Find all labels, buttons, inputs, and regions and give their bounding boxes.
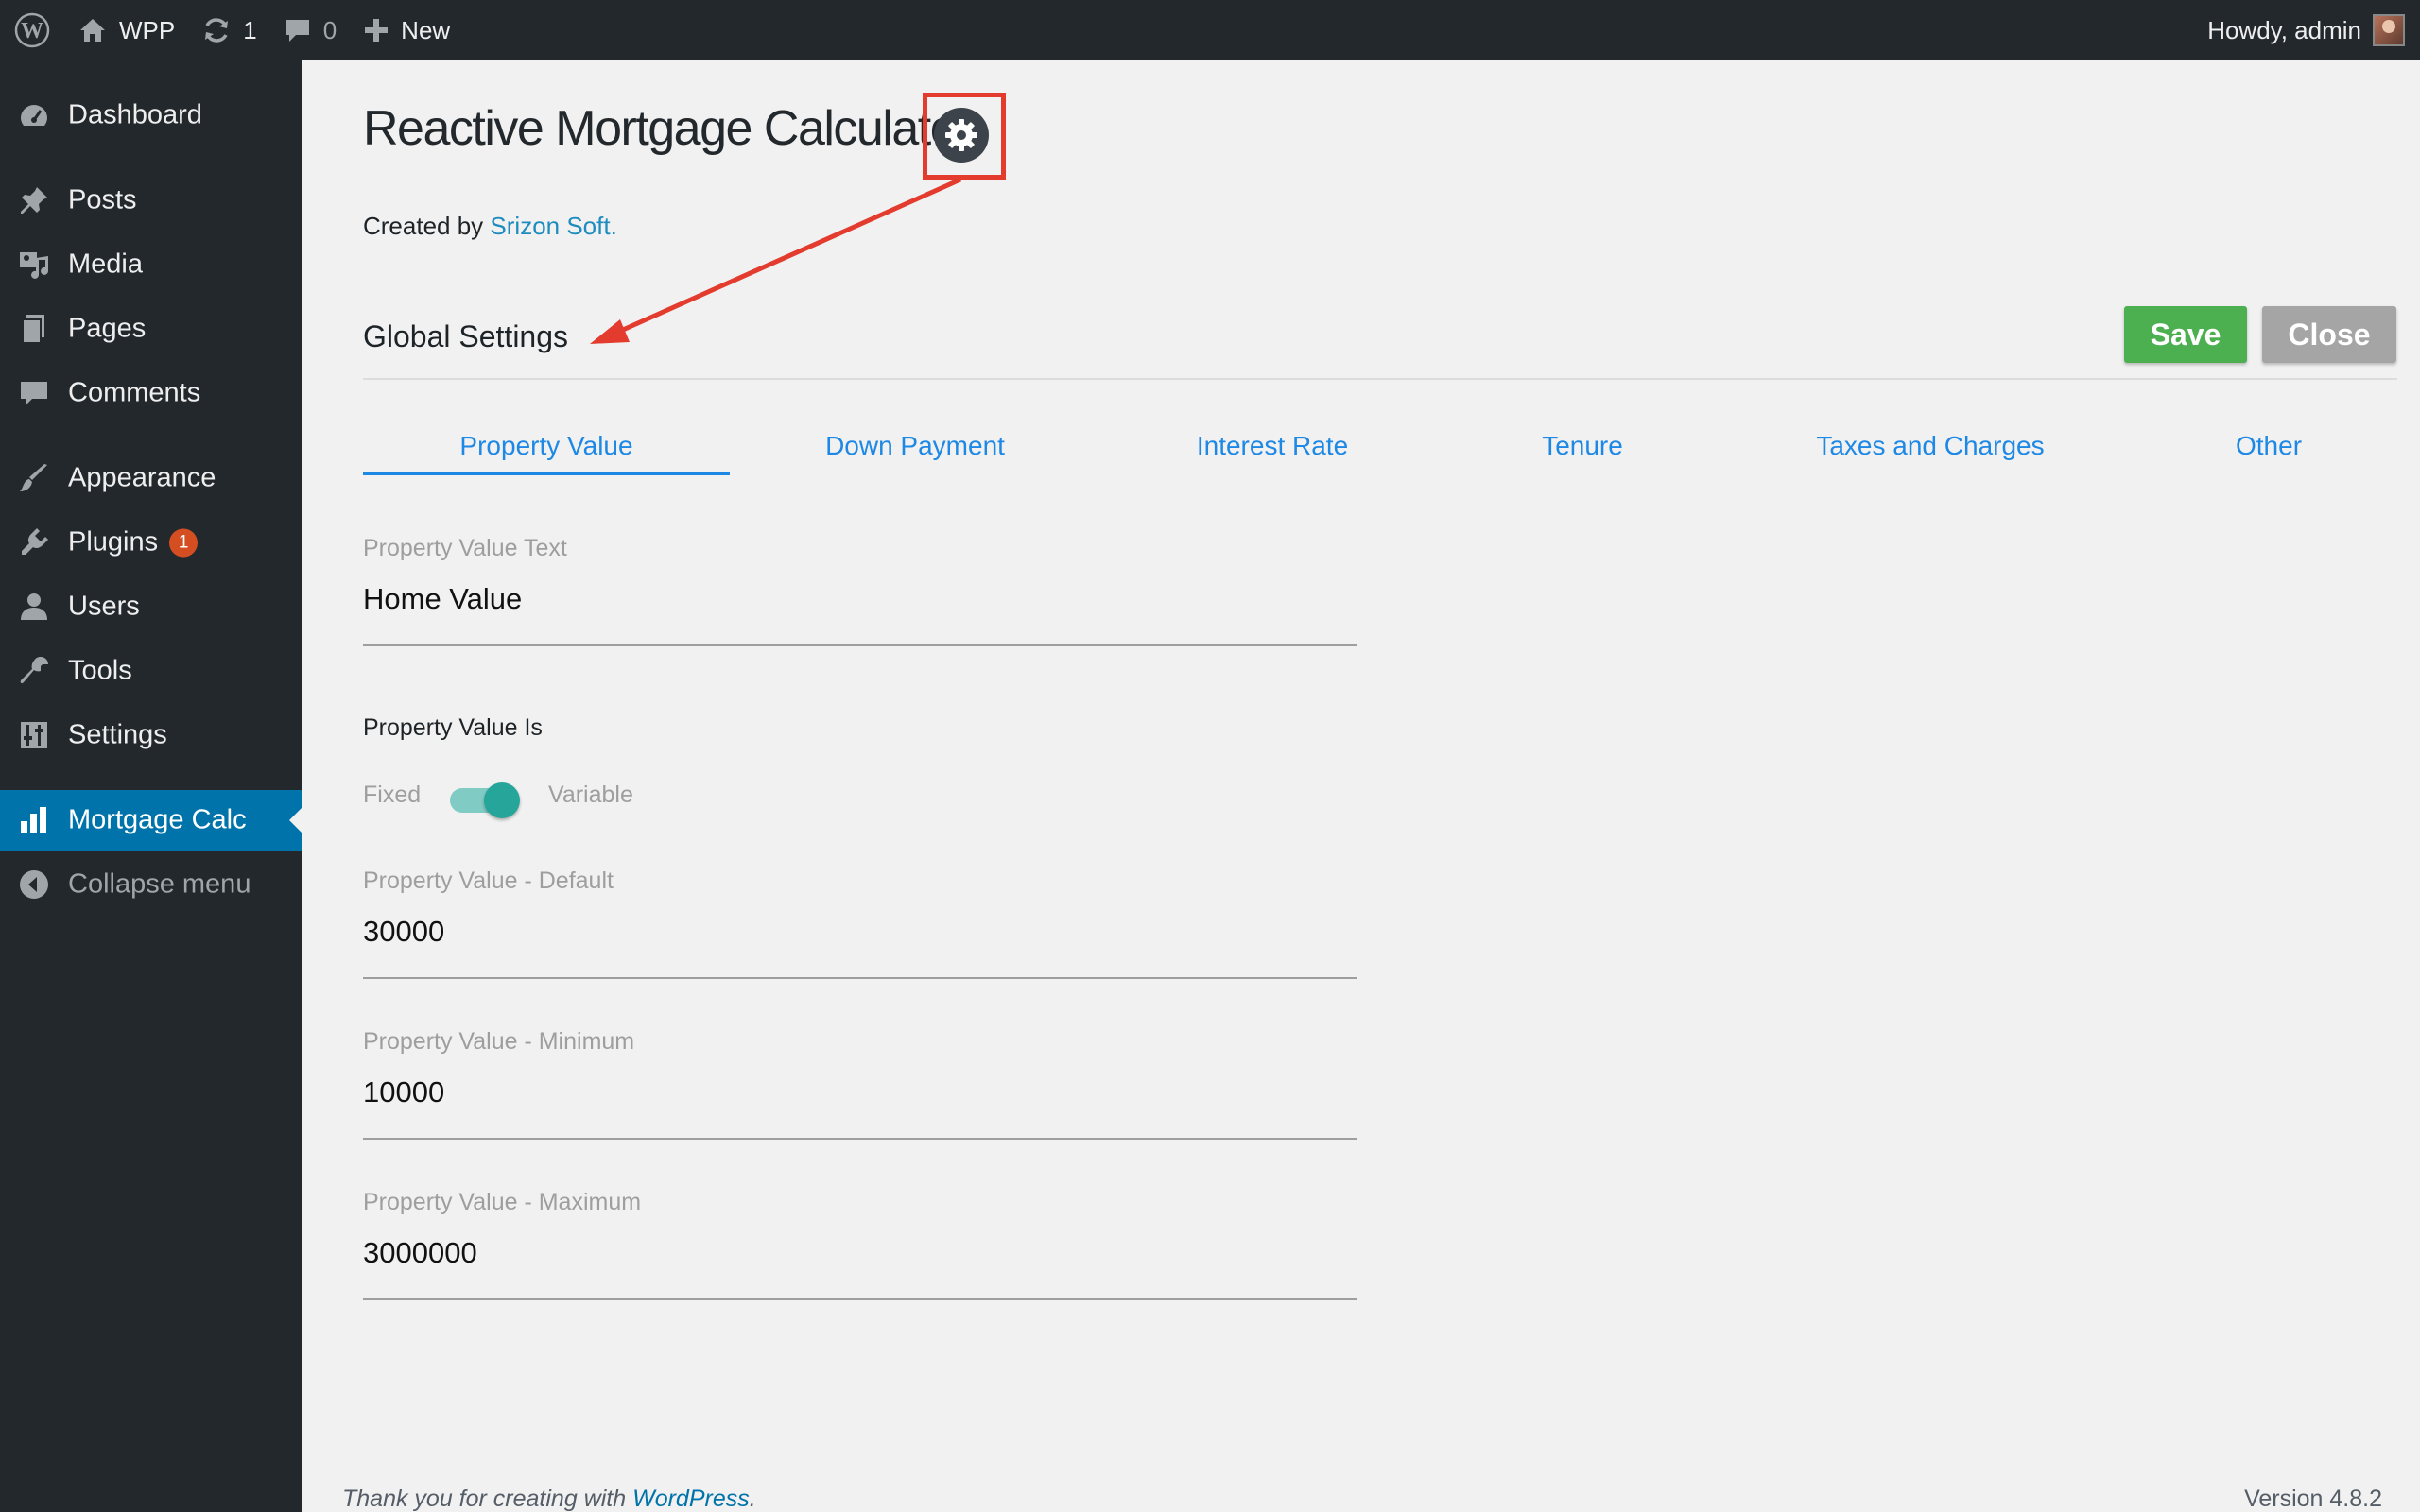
comment-icon <box>17 376 51 410</box>
property-value-default-label: Property Value - Default <box>363 868 614 894</box>
media-icon <box>17 248 51 282</box>
fixed-variable-toggle[interactable] <box>448 781 524 818</box>
active-tab-indicator <box>363 472 730 475</box>
version-text: Version 4.8.2 <box>2244 1486 2382 1512</box>
greeting: Howdy, admin <box>2207 15 2361 44</box>
section-divider <box>363 378 2397 380</box>
sidebar-item-label: Comments <box>68 377 201 408</box>
wrench-icon <box>17 654 51 688</box>
dashboard-icon <box>17 98 51 132</box>
updates-count: 1 <box>243 15 257 44</box>
sidebar-item-dashboard[interactable]: Dashboard <box>0 85 302 146</box>
sidebar-item-settings[interactable]: Settings <box>0 705 302 765</box>
footer-thanks: Thank you for creating with WordPress. <box>342 1486 756 1512</box>
property-value-maximum-input[interactable]: 3000000 <box>363 1236 477 1270</box>
annotation-highlight-box <box>923 93 1006 180</box>
tab-tenure[interactable]: Tenure <box>1444 416 1720 476</box>
author-link[interactable]: Srizon Soft. <box>490 212 616 240</box>
admin-sidebar: Dashboard Posts Media Pages Comments App… <box>0 60 302 1512</box>
sidebar-item-users[interactable]: Users <box>0 576 302 637</box>
chart-icon <box>17 803 51 837</box>
sidebar-item-appearance[interactable]: Appearance <box>0 448 302 508</box>
comments-link[interactable]: 0 <box>270 0 350 60</box>
collapse-menu-button[interactable]: Collapse menu <box>0 854 302 915</box>
toggle-off-label: Fixed <box>363 782 422 808</box>
sidebar-item-pages[interactable]: Pages <box>0 299 302 359</box>
plus-icon <box>365 19 389 42</box>
sidebar-item-label: Settings <box>68 719 167 750</box>
pin-icon <box>17 183 51 217</box>
sidebar-item-label: Appearance <box>68 462 216 493</box>
sidebar-item-posts[interactable]: Posts <box>0 170 302 231</box>
sidebar-item-comments[interactable]: Comments <box>0 363 302 423</box>
input-underline <box>363 644 1357 646</box>
input-underline <box>363 1298 1357 1300</box>
site-name-link[interactable]: WPP <box>64 0 188 60</box>
property-value-text-label: Property Value Text <box>363 535 567 561</box>
sidebar-item-tools[interactable]: Tools <box>0 641 302 701</box>
sidebar-item-label: Posts <box>68 184 137 215</box>
sidebar-item-label: Users <box>68 591 140 622</box>
created-by-line: Created by Srizon Soft. <box>363 212 617 241</box>
my-account-link[interactable]: Howdy, admin <box>2207 0 2405 60</box>
footer-thanks-prefix: Thank you for creating with <box>342 1486 627 1512</box>
updates-link[interactable]: 1 <box>188 0 269 60</box>
sidebar-item-label: Tools <box>68 655 132 686</box>
svg-text:W: W <box>21 19 43 43</box>
tab-property-value[interactable]: Property Value <box>363 416 730 476</box>
sidebar-item-label: Collapse menu <box>68 868 251 900</box>
users-icon <box>17 590 51 624</box>
close-button[interactable]: Close <box>2262 306 2396 363</box>
tab-down-payment[interactable]: Down Payment <box>730 416 1100 476</box>
home-icon <box>80 19 105 42</box>
tab-taxes-and-charges[interactable]: Taxes and Charges <box>1720 416 2140 476</box>
collapse-icon <box>17 868 51 902</box>
page-title: Reactive Mortgage Calculator <box>363 101 973 156</box>
sidebar-item-plugins[interactable]: Plugins 1 <box>0 512 302 573</box>
property-value-text-input[interactable]: Home Value <box>363 582 522 616</box>
property-value-minimum-input[interactable]: 10000 <box>363 1075 444 1109</box>
tab-interest-rate[interactable]: Interest Rate <box>1100 416 1444 476</box>
sidebar-item-label: Plugins <box>68 526 159 558</box>
wordpress-logo-button[interactable]: W <box>0 0 64 60</box>
sidebar-item-label-wrap: Plugins 1 <box>68 526 199 558</box>
created-by-prefix: Created by <box>363 212 484 240</box>
sidebar-item-media[interactable]: Media <box>0 234 302 295</box>
sidebar-item-mortgage-calc[interactable]: Mortgage Calc <box>0 790 302 850</box>
wordpress-logo-icon: W <box>14 12 50 48</box>
input-underline <box>363 1138 1357 1140</box>
toggle-thumb <box>484 782 520 818</box>
sidebar-item-label: Dashboard <box>68 99 202 130</box>
settings-heading: Global Settings <box>363 319 569 353</box>
comments-count: 0 <box>322 15 337 44</box>
plugin-icon <box>17 525 51 559</box>
footer-thanks-suffix: . <box>749 1486 756 1512</box>
admin-bar: W WPP 1 0 New Howdy, admin <box>0 0 2420 60</box>
tab-other[interactable]: Other <box>2140 416 2397 476</box>
sidebar-item-label: Media <box>68 249 143 280</box>
save-button[interactable]: Save <box>2124 306 2247 363</box>
new-label: New <box>401 15 451 44</box>
sliders-icon <box>17 718 51 752</box>
site-name: WPP <box>119 15 176 44</box>
toggle-on-label: Variable <box>548 782 633 808</box>
update-count-badge: 1 <box>169 528 199 558</box>
avatar <box>2373 14 2405 46</box>
property-value-maximum-label: Property Value - Maximum <box>363 1189 642 1215</box>
pages-icon <box>17 312 51 346</box>
brush-icon <box>17 461 51 495</box>
refresh-icon <box>205 18 229 43</box>
sidebar-item-label: Mortgage Calc <box>68 804 247 835</box>
new-content-link[interactable]: New <box>350 0 463 60</box>
property-value-minimum-label: Property Value - Minimum <box>363 1028 635 1055</box>
input-underline <box>363 977 1357 979</box>
property-value-is-label: Property Value Is <box>363 714 543 741</box>
comment-icon <box>285 20 309 42</box>
sidebar-item-label: Pages <box>68 313 147 344</box>
property-value-default-input[interactable]: 30000 <box>363 915 444 949</box>
wordpress-link[interactable]: WordPress <box>632 1486 750 1512</box>
